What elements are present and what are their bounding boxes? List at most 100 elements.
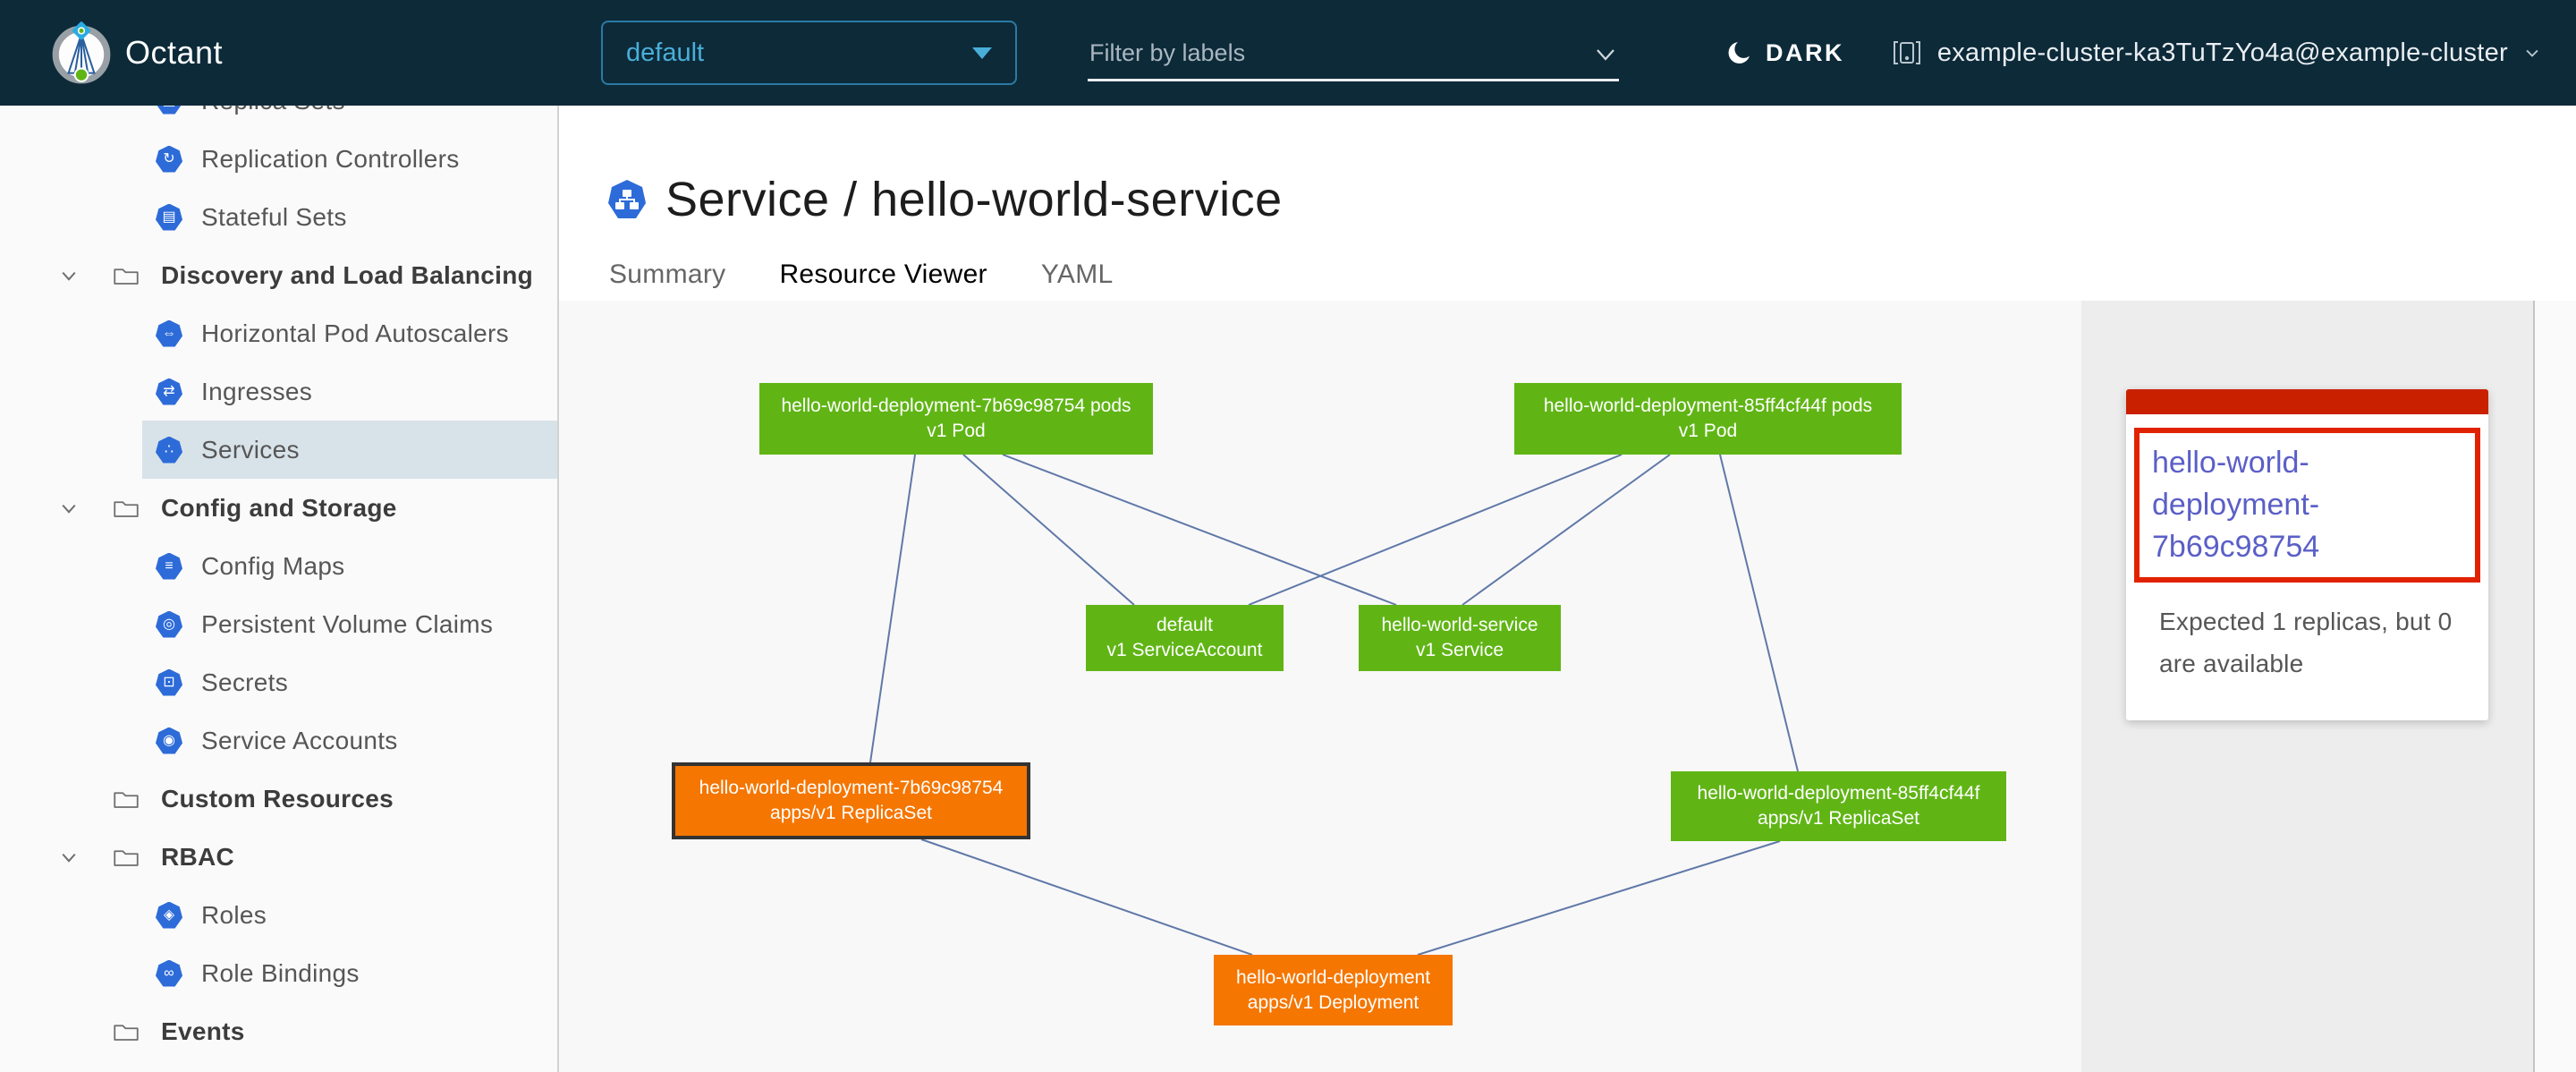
sidebar-group-label: Events [161, 1017, 245, 1046]
folder-icon [113, 787, 140, 812]
sidebar-group-label: Custom Resources [161, 785, 394, 813]
page-title-row: Service / hello-world-service [606, 172, 2576, 227]
graph-edge [1003, 455, 1396, 605]
ingresses-icon: ⇄ [156, 379, 182, 405]
sidebar-item-label: Roles [201, 901, 267, 930]
sidebar-group-label: RBAC [161, 843, 234, 872]
selected-resource-card: hello-world-deployment-7b69c98754 Expect… [2126, 389, 2488, 720]
sidebar-item-horizontal-pod-autoscalers[interactable]: ⇔ Horizontal Pod Autoscalers [0, 304, 557, 362]
service-icon [606, 178, 648, 221]
graph-edge [921, 839, 1252, 955]
sidebar-item-role-bindings[interactable]: ∞ Role Bindings [0, 944, 557, 1002]
sidebar-item-secrets[interactable]: ⊡ Secrets [0, 653, 557, 711]
sidebar-item-custom-resources[interactable]: Custom Resources [0, 770, 557, 828]
sidebar-item-service-accounts[interactable]: ◉ Service Accounts [0, 711, 557, 770]
chevron-down-icon[interactable] [59, 498, 79, 518]
sidebar-item-services[interactable]: ∴ Services [142, 421, 557, 479]
page-title: Service / hello-world-service [665, 172, 1283, 227]
sidebar-item-label: Stateful Sets [201, 203, 347, 232]
sidebar-item-config-maps[interactable]: ≡ Config Maps [0, 537, 557, 595]
sidebar-group-label: Discovery and Load Balancing [161, 261, 533, 290]
octant-app: ▣ Replica Sets ↻ Replication Controllers ▤ St… [0, 0, 2576, 1072]
graph-edge [963, 455, 1134, 605]
graph-node-serviceaccount-default[interactable]: defaultv1 ServiceAccount [1086, 605, 1284, 671]
sidebar-item-ingresses[interactable]: ⇄ Ingresses [0, 362, 557, 421]
theme-toggle[interactable]: DARK [1726, 0, 1844, 106]
services-icon: ∴ [156, 437, 182, 464]
chevron-down-icon [2522, 43, 2542, 63]
label-filter-input[interactable] [1088, 30, 1574, 75]
folder-icon [113, 263, 140, 288]
tab-summary[interactable]: Summary [605, 259, 730, 304]
sidebar-item-label: Ingresses [201, 378, 312, 406]
theme-toggle-label: DARK [1766, 39, 1844, 67]
sidebar-item-label: Config Maps [201, 552, 345, 581]
octant-logo-icon [48, 20, 114, 86]
graph-node-pods-hello-world-deployment-7b69c98754[interactable]: hello-world-deployment-7b69c98754 podsv1… [759, 383, 1153, 455]
sidebar-item-label: Role Bindings [201, 959, 360, 988]
cluster-icon [1891, 37, 1923, 69]
sidebar-group-label: Config and Storage [161, 494, 397, 523]
scrollbar-track[interactable] [2533, 301, 2576, 1072]
sidebar-item-replica-sets[interactable]: ▣ Replica Sets [0, 106, 557, 130]
namespace-value: default [626, 38, 704, 68]
config-maps-icon: ≡ [156, 553, 182, 580]
sidebar-item-replication-controllers[interactable]: ↻ Replication Controllers [0, 130, 557, 188]
moon-icon [1726, 39, 1753, 66]
tab-resource-viewer[interactable]: Resource Viewer [775, 259, 991, 306]
sidebar-item-label: Persistent Volume Claims [201, 610, 493, 639]
sidebar-item-persistent-volume-claims[interactable]: ◎ Persistent Volume Claims [0, 595, 557, 653]
sidebar-item-label: Horizontal Pod Autoscalers [201, 319, 509, 348]
context-switcher[interactable]: example-cluster-ka3TuTzYo4a@example-clus… [1891, 0, 2542, 106]
sidebar-nav: ▣ Replica Sets ↻ Replication Controllers ▤ St… [0, 106, 557, 1060]
sidebar: ▣ Replica Sets ↻ Replication Controllers ▤ St… [0, 106, 559, 1072]
roles-icon: ◈ [156, 902, 182, 929]
chevron-down-icon[interactable] [59, 266, 79, 285]
chevron-down-icon[interactable] [1594, 43, 1617, 66]
label-filter [1088, 30, 1619, 81]
graph-node-replicaset-hello-world-deployment-85ff4cf44f[interactable]: hello-world-deployment-85ff4cf44fapps/v1… [1671, 771, 2006, 841]
sidebar-item-events[interactable]: Events [0, 1002, 557, 1060]
selected-resource-link-box[interactable]: hello-world-deployment-7b69c98754 [2134, 428, 2480, 583]
replication-controllers-icon: ↻ [156, 146, 182, 173]
app-header: Octant default DARK [0, 0, 2576, 106]
sidebar-item-config-and-storage[interactable]: Config and Storage [0, 479, 557, 537]
selected-resource-link[interactable]: hello-world-deployment-7b69c98754 [2152, 442, 2462, 568]
sidebar-item-discovery-and-load-balancing[interactable]: Discovery and Load Balancing [0, 246, 557, 304]
secrets-icon: ⊡ [156, 669, 182, 696]
sidebar-item-label: Replication Controllers [201, 145, 460, 174]
alert-status-bar [2126, 389, 2488, 414]
app-title: Octant [125, 0, 223, 106]
sidebar-item-label: Services [201, 436, 300, 464]
namespace-dropdown[interactable]: default [601, 21, 1017, 85]
tab-yaml[interactable]: YAML [1037, 259, 1118, 304]
caret-down-icon [972, 47, 992, 59]
graph-edge [1720, 455, 1798, 771]
graph-node-deployment-hello-world-deployment[interactable]: hello-world-deploymentapps/v1 Deployment [1214, 955, 1453, 1025]
graph-node-service-hello-world-service[interactable]: hello-world-servicev1 Service [1359, 605, 1561, 671]
replica-sets-icon: ▣ [156, 106, 182, 115]
tab-bar: Summary Resource Viewer YAML [592, 259, 2537, 306]
role-bindings-icon: ∞ [156, 960, 182, 987]
folder-icon [113, 1019, 140, 1044]
detail-panel: hello-world-deployment-7b69c98754 Expect… [2081, 301, 2533, 1072]
sidebar-item-stateful-sets[interactable]: ▤ Stateful Sets [0, 188, 557, 246]
chevron-down-icon[interactable] [59, 847, 79, 867]
horizontal-pod-autoscalers-icon: ⇔ [156, 320, 182, 347]
sidebar-item-label: Service Accounts [201, 727, 398, 755]
context-label: example-cluster-ka3TuTzYo4a@example-clus… [1937, 38, 2508, 68]
sidebar-item-label: Replica Sets [201, 106, 345, 115]
sidebar-item-roles[interactable]: ◈ Roles [0, 886, 557, 944]
folder-icon [113, 845, 140, 870]
sidebar-item-rbac[interactable]: RBAC [0, 828, 557, 886]
graph-node-replicaset-hello-world-deployment-7b69c98754[interactable]: hello-world-deployment-7b69c98754apps/v1… [672, 762, 1030, 839]
graph-edge [1418, 841, 1780, 955]
graph-node-pods-hello-world-deployment-85ff4cf44f[interactable]: hello-world-deployment-85ff4cf44f podsv1… [1514, 383, 1902, 455]
service-accounts-icon: ◉ [156, 727, 182, 754]
stateful-sets-icon: ▤ [156, 204, 182, 231]
persistent-volume-claims-icon: ◎ [156, 611, 182, 638]
sidebar-item-label: Secrets [201, 668, 288, 697]
folder-icon [113, 496, 140, 521]
resource-viewer-graph: hello-world-deployment-7b69c98754 podsv1… [559, 301, 2081, 1072]
main-content: Service / hello-world-service Summary Res… [559, 106, 2576, 1072]
